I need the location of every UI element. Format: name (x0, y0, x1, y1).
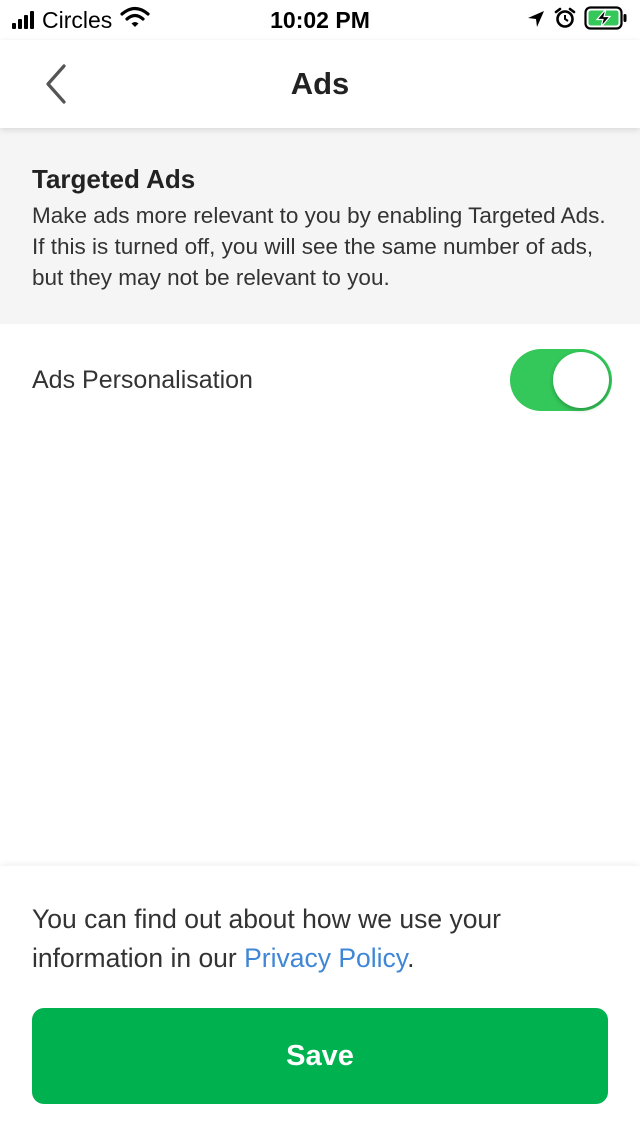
privacy-notice: You can find out about how we use your i… (32, 900, 592, 978)
nav-bar: Ads (0, 40, 640, 128)
ads-personalisation-row: Ads Personalisation (0, 324, 640, 436)
alarm-clock-icon (554, 7, 576, 35)
section-title: Targeted Ads (32, 164, 196, 194)
battery-charging-icon (584, 6, 628, 36)
status-bar: Circles 10:02 PM (0, 0, 640, 40)
targeted-ads-info: Targeted Ads Make ads more relevant to y… (0, 128, 640, 324)
setting-label: Ads Personalisation (32, 366, 253, 394)
save-button[interactable]: Save (32, 1008, 608, 1104)
ads-personalisation-toggle[interactable] (510, 349, 612, 411)
privacy-notice-period: . (407, 943, 415, 973)
privacy-policy-link[interactable]: Privacy Policy (244, 943, 407, 973)
location-arrow-icon (526, 8, 546, 35)
page-title: Ads (290, 66, 350, 101)
status-right (526, 6, 628, 36)
section-description: Make ads more relevant to you by enablin… (32, 203, 606, 290)
footer: You can find out about how we use your i… (0, 866, 640, 1136)
toggle-knob (553, 352, 609, 408)
